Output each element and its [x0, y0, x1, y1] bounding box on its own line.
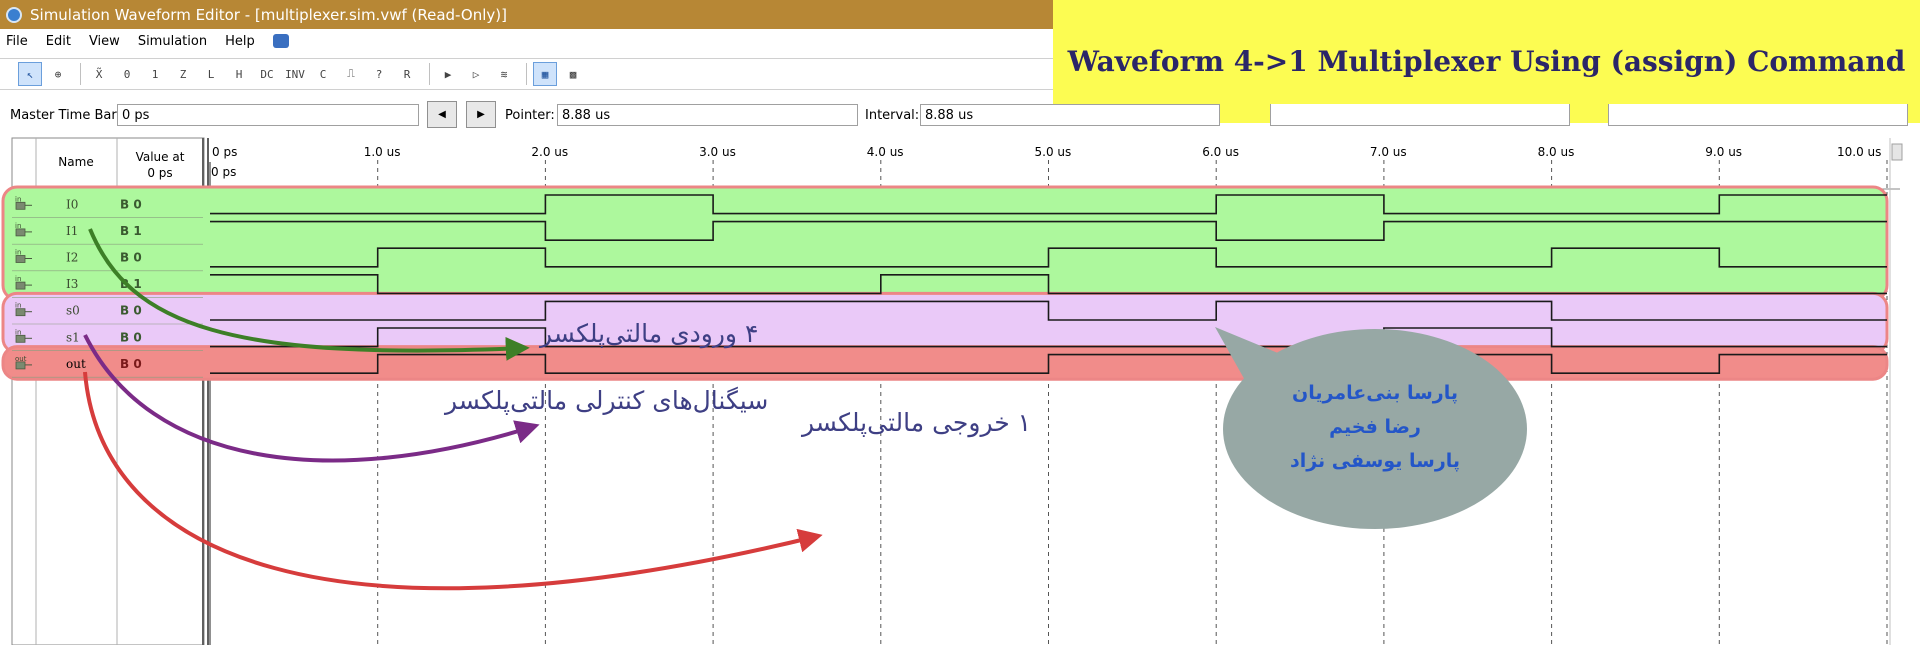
signal-value-s1: B 0	[120, 330, 142, 344]
pointer-label: Pointer:	[505, 108, 555, 123]
ruler-tick-label: 1.0 us	[364, 145, 401, 159]
next-transition-button[interactable]: ▶	[466, 101, 496, 128]
invert-icon[interactable]: INV	[283, 62, 307, 86]
scrollbar-up-arrow[interactable]	[1891, 143, 1903, 161]
author-name-3: پارسا یوسفی نژاد	[1289, 450, 1461, 472]
timing-sim-icon[interactable]: ▷	[464, 62, 488, 86]
window-title: Simulation Waveform Editor - [multiplexe…	[30, 5, 507, 24]
svg-text:in: in	[15, 195, 21, 203]
ruler-tick-label: 9.0 us	[1705, 145, 1742, 159]
ruler-tick-label: 4.0 us	[867, 145, 904, 159]
author-name-1: پارسا بنی‌عامریان	[1292, 382, 1458, 404]
svg-text:out: out	[15, 355, 27, 363]
window-titlebar: Simulation Waveform Editor - [multiplexe…	[0, 0, 1055, 29]
ruler-tick-label: 6.0 us	[1202, 145, 1239, 159]
count-value-icon[interactable]: C	[311, 62, 335, 86]
output-annotation: ۱ خروجی مالتی‌پلکسر	[802, 408, 1032, 437]
signal-name-out[interactable]: out	[66, 357, 86, 371]
functional-sim-icon[interactable]: ▶	[436, 62, 460, 86]
signal-name-I0[interactable]: I0	[66, 197, 78, 211]
value-column-header: Value at	[136, 150, 185, 164]
selection-tool-icon[interactable]: ↖	[18, 62, 42, 86]
app-icon	[6, 6, 22, 23]
ruler-tick-label: 3.0 us	[699, 145, 736, 159]
signal-name-I1[interactable]: I1	[66, 224, 78, 238]
cursor-label: 0 ps	[211, 165, 236, 179]
menu-view[interactable]: View	[89, 34, 120, 49]
signal-name-I2[interactable]: I2	[66, 251, 78, 265]
high-impedance-icon[interactable]: Z	[171, 62, 195, 86]
svg-text:in: in	[15, 302, 21, 310]
svg-text:in: in	[15, 222, 21, 230]
output-group-highlight	[1, 345, 1889, 381]
menu-bar: File Edit View Simulation Help	[0, 30, 1053, 52]
svg-text:in: in	[15, 275, 21, 283]
forcing-low-icon[interactable]: 0	[115, 62, 139, 86]
pointer-field[interactable]: 8.88 us	[557, 104, 858, 126]
dont-care-icon[interactable]: DC	[255, 62, 279, 86]
menu-file[interactable]: File	[6, 34, 28, 49]
clock-icon[interactable]: ⎍	[339, 62, 363, 86]
help-chat-icon[interactable]	[272, 34, 289, 48]
weak-high-icon[interactable]: H	[227, 62, 251, 86]
master-time-bar-label: Master Time Bar:	[10, 108, 121, 123]
ruler-tick-label: 0 ps	[212, 145, 237, 159]
interval-label: Interval:	[865, 108, 920, 123]
menu-help[interactable]: Help	[225, 34, 255, 49]
forcing-high-icon[interactable]: 1	[143, 62, 167, 86]
signal-value-I2: B 0	[120, 251, 142, 265]
snap-to-grid-icon[interactable]: ▦	[533, 62, 557, 86]
ruler-tick-label: 8.0 us	[1538, 145, 1575, 159]
signal-value-s0: B 0	[120, 304, 142, 318]
svg-text:in: in	[15, 328, 21, 336]
interval-field[interactable]: 8.88 us	[920, 104, 1220, 126]
toolbar-separator	[526, 63, 527, 85]
signal-value-I0: B 0	[120, 197, 142, 211]
end-field[interactable]	[1608, 104, 1908, 126]
grid-options-icon[interactable]: ▩	[561, 62, 585, 86]
value-column-header: 0 ps	[147, 166, 172, 180]
weak-low-icon[interactable]: L	[199, 62, 223, 86]
signal-value-I1: B 1	[120, 224, 142, 238]
arbitrary-value-icon[interactable]: ?	[367, 62, 391, 86]
inputs-group-highlight	[1, 185, 1889, 301]
banner-text: Waveform 4->1 Multiplexer Using (assign)…	[1067, 45, 1906, 78]
menu-edit[interactable]: Edit	[46, 34, 71, 49]
menu-simulation[interactable]: Simulation	[138, 34, 207, 49]
ruler-tick-label: 7.0 us	[1370, 145, 1407, 159]
signal-name-s0[interactable]: s0	[66, 304, 80, 318]
random-value-icon[interactable]: R	[395, 62, 419, 86]
netlist-icon[interactable]: ≋	[492, 62, 516, 86]
ruler-tick-label: 5.0 us	[1035, 145, 1072, 159]
time-bar: Master Time Bar: 0 ps ◀ ▶ Pointer: 8.88 …	[0, 98, 1920, 134]
prev-transition-button[interactable]: ◀	[427, 101, 457, 128]
start-field[interactable]	[1270, 104, 1570, 126]
svg-text:in: in	[15, 249, 21, 257]
signal-name-I3[interactable]: I3	[66, 277, 78, 291]
ruler-tick-label: 2.0 us	[531, 145, 568, 159]
toolbar: ↖ ⊕ X̃ 0 1 Z L H DC INV C ⎍? R ▶ ▷ ≋ ▦ ▩	[0, 58, 1053, 90]
master-time-bar-field[interactable]: 0 ps	[117, 104, 419, 126]
ruler-tick-label: 10.0 us	[1837, 145, 1881, 159]
author-name-2: رضا فخیم	[1329, 416, 1421, 438]
signal-value-out: B 0	[120, 357, 142, 371]
selects-annotation: سیگنال‌های کنترلی مالتی‌پلکسر	[445, 386, 769, 415]
forcing-unknown-icon[interactable]: X̃	[87, 62, 111, 86]
toolbar-separator	[429, 63, 430, 85]
toolbar-separator	[80, 63, 81, 85]
zoom-tool-icon[interactable]: ⊕	[46, 62, 70, 86]
waveform-area: Name Value at 0 ps 0 ps 1.0 us 2.0 us 3.0 us 4.…	[0, 136, 1920, 645]
signal-name-s1[interactable]: s1	[66, 330, 80, 344]
inputs-annotation: ۴ ورودی مالتی‌پلکسر	[540, 319, 759, 348]
waveform-canvas: Name Value at 0 ps 0 ps 1.0 us 2.0 us 3.0 us 4.…	[1, 137, 1903, 645]
name-column-header: Name	[58, 155, 93, 169]
